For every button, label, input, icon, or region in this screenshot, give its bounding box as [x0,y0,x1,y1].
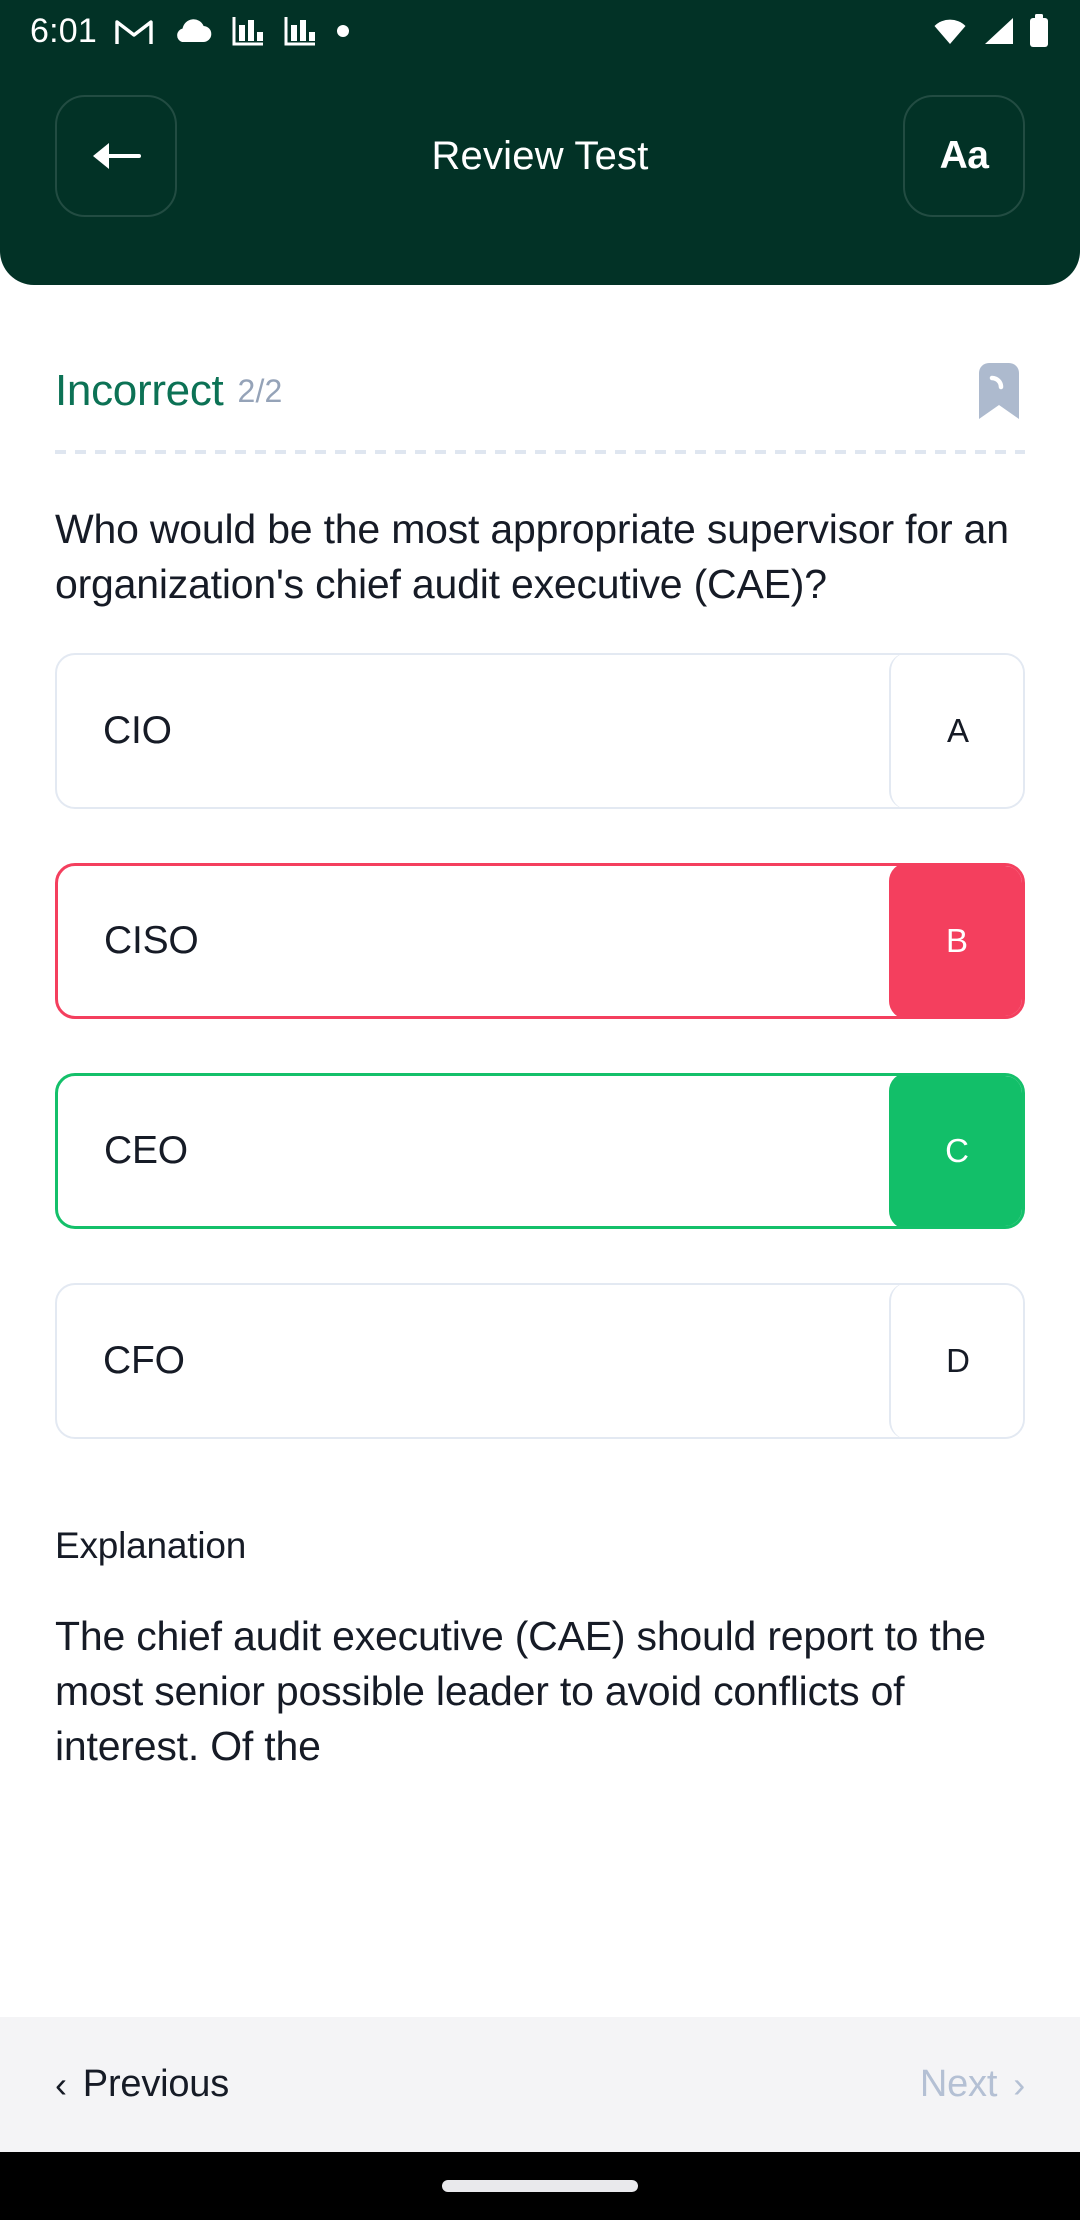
bottom-navigation-bar: ‹ Previous Next › [0,2017,1080,2152]
next-button[interactable]: Next › [920,2063,1025,2106]
chevron-left-icon: ‹ [55,2067,67,2103]
system-gesture-bar [0,2152,1080,2220]
bookmark-icon [975,361,1023,421]
cellular-signal-icon [981,16,1015,46]
answer-option-text: CISO [58,919,889,963]
status-bar-left: 6:01 [30,14,932,48]
question-status-row: Incorrect 2/2 [0,285,1080,422]
status-bar-right [932,14,1050,48]
answer-option-b[interactable]: CISO B [55,863,1025,1019]
answer-option-text: CIO [57,709,889,753]
cloud-icon [171,17,213,45]
answer-option-text: CEO [58,1129,889,1173]
gesture-handle[interactable] [442,2180,638,2192]
section-divider [55,450,1025,454]
wifi-icon [932,16,968,46]
back-arrow-icon [87,139,145,173]
app-header: 6:01 [0,0,1080,285]
answer-option-a[interactable]: CIO A [55,653,1025,809]
bookmark-button[interactable] [973,360,1025,422]
chevron-right-icon: › [1013,2067,1025,2103]
bar-chart-icon [283,15,317,47]
review-content: Incorrect 2/2 Who would be the most appr… [0,285,1080,2017]
bar-chart-icon [231,15,265,47]
explanation-heading: Explanation [55,1525,1025,1567]
status-badge: Incorrect [55,366,223,416]
gmail-icon [115,16,153,46]
next-button-label: Next [920,2063,997,2106]
answer-option-c[interactable]: CEO C [55,1073,1025,1229]
font-size-label: Aa [940,134,989,178]
answer-option-letter: B [889,863,1025,1019]
previous-button[interactable]: ‹ Previous [55,2063,229,2106]
answer-options-list: CIO A CISO B CEO C CFO D [55,653,1025,1439]
status-bar: 6:01 [0,0,1080,62]
answer-option-letter: C [889,1073,1025,1229]
question-text: Who would be the most appropriate superv… [55,502,1025,613]
header-nav-row: Review Test Aa [0,96,1080,216]
dot-icon [335,23,351,39]
back-button[interactable] [55,95,177,217]
previous-button-label: Previous [83,2063,229,2106]
answer-option-d[interactable]: CFO D [55,1283,1025,1439]
answer-option-text: CFO [57,1339,889,1383]
font-size-button[interactable]: Aa [903,95,1025,217]
answer-option-letter: D [889,1283,1025,1439]
answer-option-letter: A [889,653,1025,809]
question-counter: 2/2 [237,373,282,410]
app-screen: 6:01 [0,0,1080,2220]
page-title: Review Test [177,134,903,179]
battery-icon [1028,14,1050,48]
status-bar-clock: 6:01 [30,14,97,48]
explanation-text: The chief audit executive (CAE) should r… [55,1609,1025,1775]
